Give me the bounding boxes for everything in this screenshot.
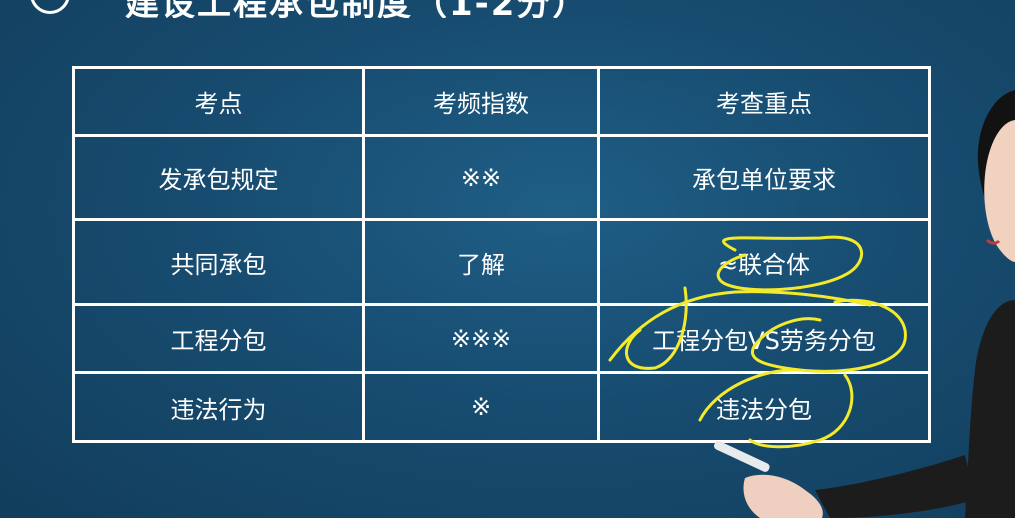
presenter-hand xyxy=(743,474,823,518)
presenter-pen-icon xyxy=(714,441,770,472)
presenter-body xyxy=(965,300,1015,518)
presenter-arm xyxy=(815,455,975,518)
presenter-image xyxy=(714,90,1015,518)
